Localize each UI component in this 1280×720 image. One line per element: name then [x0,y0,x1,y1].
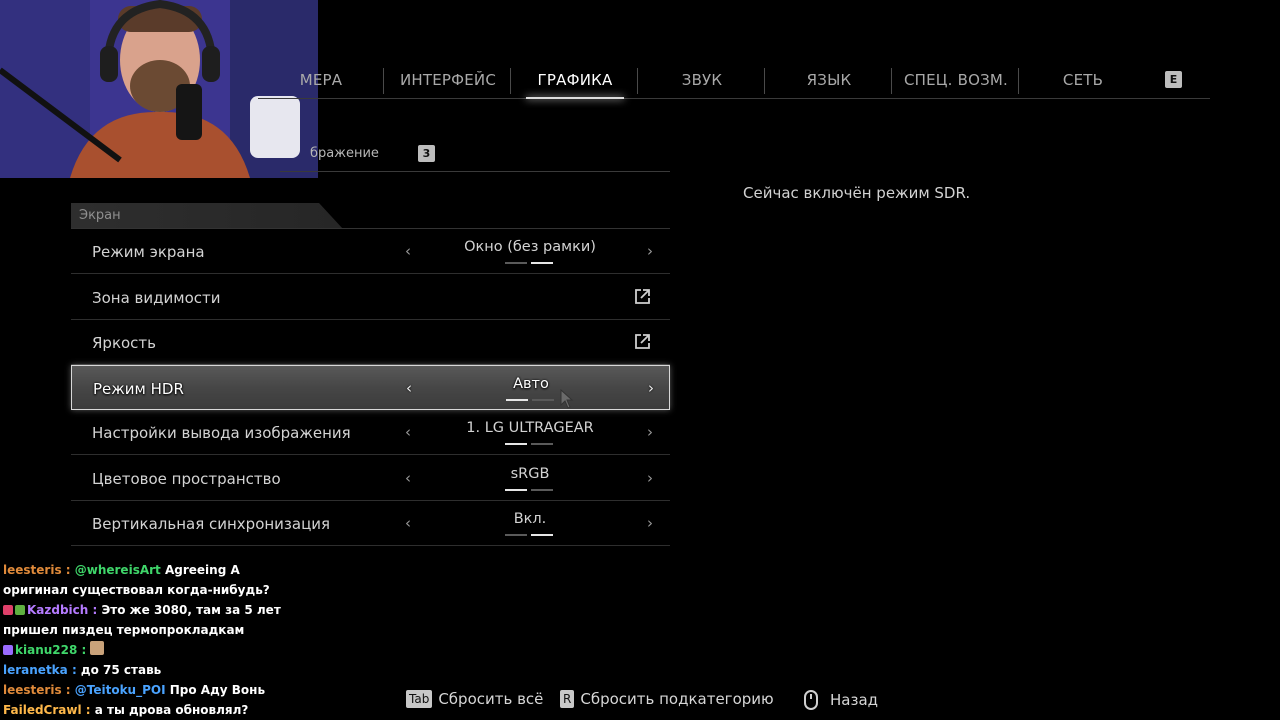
chat-text: Это же 3080, там за 5 лет [101,603,281,617]
chevron-left-icon[interactable]: ‹ [405,242,411,260]
chat-separator: : [81,703,95,717]
chat-message: leesteris : @Teitoku_POI Про Аду Вонь [3,680,303,700]
next-tab-key-hint: E [1165,71,1182,88]
chevron-right-icon[interactable]: › [647,242,653,260]
emote-icon [90,641,105,655]
chat-message: kianu228 : [3,640,303,660]
tab-network[interactable]: СЕТЬ [1020,62,1146,98]
option-indicator [506,399,556,402]
chat-username: kianu228 [15,643,78,657]
setting-label: Вертикальная синхронизация [92,515,331,533]
chat-text: до 75 ставь [80,663,162,677]
reset-subcategory-label: Сбросить подкатегорию [580,690,774,708]
setting-row-color-space[interactable]: Цветовое пространство ‹ sRGB › [71,456,670,501]
setting-label: Режим HDR [93,380,184,398]
chat-username: Kazdbich [27,603,89,617]
setting-value: Вкл. [513,511,547,527]
setting-row-screen-mode[interactable]: Режим экрана ‹ Окно (без рамки) › [71,229,670,274]
setting-value: Окно (без рамки) [464,239,596,255]
tab-key-icon: Tab [406,690,433,708]
chevron-right-icon[interactable]: › [647,423,653,441]
chevron-right-icon[interactable]: › [647,469,653,487]
section-title: Экран [79,208,121,223]
tab-accessibility[interactable]: СПЕЦ. ВОЗМ. [893,62,1019,98]
chat-separator: : [61,563,75,577]
sub-badge-icon [3,645,13,655]
back-label: Назад [830,691,879,709]
tab-interface[interactable]: ИНТЕРФЕЙС [385,62,511,98]
chat-message: FailedCrawl : а ты дрова обновлял? [3,700,303,720]
setting-value: sRGB [510,466,550,482]
option-indicator [505,262,555,265]
setting-label: Яркость [92,334,157,352]
chat-username: leesteris [3,683,62,697]
external-link-icon[interactable] [634,288,651,305]
option-indicator [505,443,555,446]
heart-badge-icon [3,605,13,615]
chat-separator: : [67,663,81,677]
chevron-left-icon[interactable]: ‹ [405,469,411,487]
external-link-icon[interactable] [634,333,651,350]
r-key-icon: R [560,690,575,708]
back-button[interactable]: Назад [804,690,878,710]
chat-mention: @Teitoku_POI [74,683,166,697]
setting-label: Режим экрана [92,243,205,261]
chat-text: пришел пиздец термопрокладкам [3,623,245,637]
reset-all-label: Сбросить всё [438,690,544,708]
tab-camera[interactable]: МЕРА [258,62,384,98]
chat-separator: : [61,683,75,697]
chevron-left-icon[interactable]: ‹ [405,423,411,441]
chevron-right-icon[interactable]: › [647,514,653,532]
settings-tab-bar: МЕРА ИНТЕРФЕЙС ГРАФИКА ЗВУК ЯЗЫК СПЕЦ. В… [258,62,1210,99]
tab-sound[interactable]: ЗВУК [639,62,765,98]
sub-badge-icon [15,605,25,615]
chat-text: Agreeing A [160,563,240,577]
tab-language[interactable]: ЯЗЫК [766,62,892,98]
mouse-icon [804,690,818,710]
setting-row-hdr-mode[interactable]: Режим HDR ‹ Авто › [71,365,670,410]
setting-row-brightness[interactable]: Яркость [71,320,670,365]
chat-separator: : [88,603,102,617]
chat-message: leranetka : до 75 ставь [3,660,303,680]
section-header: Экран [71,203,343,229]
setting-description: Сейчас включён режим SDR. [743,184,971,202]
setting-label: Зона видимости [92,289,221,307]
subcategory-bar: бражение 3 [280,140,670,172]
setting-value: Авто [513,376,549,392]
chevron-left-icon[interactable]: ‹ [406,379,412,397]
option-indicator [505,534,555,537]
chevron-left-icon[interactable]: ‹ [405,514,411,532]
stream-chat: leesteris : @whereisArt Agreeing A ориги… [3,560,303,720]
chat-message: Kazdbich : Это же 3080, там за 5 лет [3,600,303,620]
setting-label: Настройки вывода изображения [92,424,351,442]
chat-message: leesteris : @whereisArt Agreeing A [3,560,303,580]
chat-username: leesteris [3,563,62,577]
mouse-cursor-icon [560,389,574,409]
setting-row-safe-area[interactable]: Зона видимости [71,275,670,320]
chat-text: а ты дрова обновлял? [94,703,249,717]
reset-subcategory-button[interactable]: R Сбросить подкатегорию [560,690,774,708]
tab-graphics[interactable]: ГРАФИКА [512,62,638,99]
chat-mention: @whereisArt [74,563,161,577]
subtab-display[interactable]: бражение [310,146,379,161]
setting-value: 1. LG ULTRAGEAR [466,420,594,436]
next-subtab-key-hint: 3 [418,145,435,162]
setting-row-vsync[interactable]: Вертикальная синхронизация ‹ Вкл. › [71,501,670,546]
chat-text: оригинал существовал когда-нибудь? [3,583,270,597]
option-indicator [505,489,555,492]
chevron-right-icon[interactable]: › [648,379,654,397]
chat-text: Про Аду Вонь [165,683,266,697]
setting-row-display-output[interactable]: Настройки вывода изображения ‹ 1. LG ULT… [71,410,670,455]
chat-username: FailedCrawl [3,703,82,717]
setting-label: Цветовое пространство [92,470,281,488]
chat-message-continued: оригинал существовал когда-нибудь? [3,580,303,600]
chat-separator: : [77,643,91,657]
chat-message-continued: пришел пиздец термопрокладкам [3,620,303,640]
chat-username: leranetka [3,663,68,677]
reset-all-button[interactable]: Tab Сбросить всё [406,690,543,708]
